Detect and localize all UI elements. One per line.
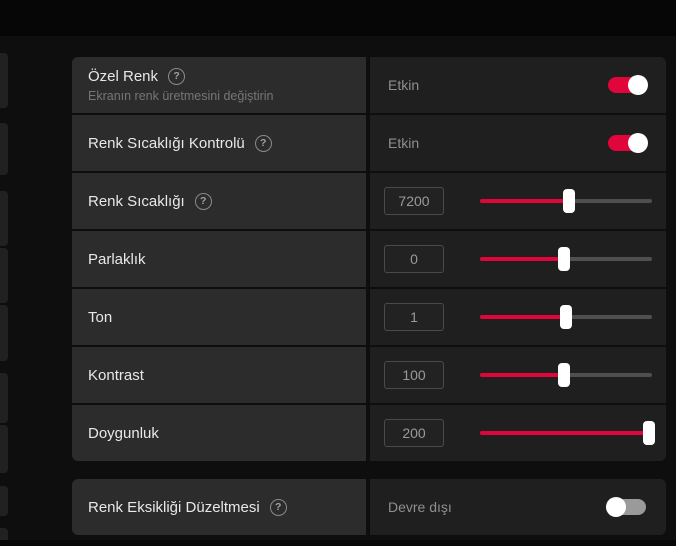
setting-label: Parlaklık [88,251,146,268]
setting-label: Renk Sıcaklığı Kontrolü [88,135,245,152]
label-cell: Renk Sıcaklığı Kontrolü? [72,115,366,171]
value-cell: 200 [370,405,666,461]
color-settings-group: Özel Renk? Ekranın renk üretmesini değişt… [72,57,666,461]
label-cell: Doygunluk [72,405,366,461]
label-cell: Kontrast [72,347,366,403]
setting-row-renk-sicakligi: Renk Sıcaklığı? 7200 [72,173,666,229]
window-edge-fragments [0,0,8,546]
setting-row-kontrast: Kontrast 100 [72,347,666,403]
slider-thumb[interactable] [563,189,575,213]
toggle-knob [606,497,626,517]
setting-row-doygunluk: Doygunluk 200 [72,405,666,461]
setting-label: Ton [88,309,112,326]
kontrast-value-input[interactable]: 100 [384,361,444,389]
toggle-state-text: Etkin [388,77,419,93]
window-edge-fragment [0,53,8,108]
label-cell: Renk Eksikliği Düzeltmesi? [72,479,366,535]
ton-slider[interactable] [480,305,652,329]
setting-label: Renk Eksikliği Düzeltmesi [88,499,260,516]
window-edge-fragment [0,373,8,423]
window-edge-fragment [0,123,8,175]
slider-thumb[interactable] [558,247,570,271]
label-cell: Renk Sıcaklığı? [72,173,366,229]
parlaklik-value-input[interactable]: 0 [384,245,444,273]
parlaklik-slider[interactable] [480,247,652,271]
window-edge-fragment [0,486,8,516]
renk-eksikligi-duzeltmesi-toggle[interactable] [608,499,646,515]
slider-thumb[interactable] [560,305,572,329]
help-icon[interactable]: ? [168,68,185,85]
slider-thumb[interactable] [558,363,570,387]
doygunluk-slider[interactable] [480,421,652,445]
setting-sublabel: Ekranın renk üretmesini değiştirin [88,89,274,103]
bottom-strip [0,540,676,546]
value-cell: 100 [370,347,666,403]
ton-value-input[interactable]: 1 [384,303,444,331]
setting-row-ozel-renk: Özel Renk? Ekranın renk üretmesini değişt… [72,57,666,113]
setting-label: Renk Sıcaklığı [88,193,185,210]
renk-sicakligi-value-input[interactable]: 7200 [384,187,444,215]
value-cell: 0 [370,231,666,287]
toggle-state-text: Etkin [388,135,419,151]
slider-thumb[interactable] [643,421,655,445]
help-icon[interactable]: ? [270,499,287,516]
value-cell: 7200 [370,173,666,229]
value-cell: Etkin [370,57,666,113]
setting-row-renk-sicakligi-kontrolu: Renk Sıcaklığı Kontrolü? Etkin [72,115,666,171]
toggle-state-text: Devre dışı [388,499,452,515]
value-cell: Etkin [370,115,666,171]
window-edge-fragment [0,305,8,361]
setting-row-parlaklik: Parlaklık 0 [72,231,666,287]
slider-track[interactable] [480,431,652,435]
value-cell: Devre dışı [370,479,666,535]
label-cell: Parlaklık [72,231,366,287]
window-edge-fragment [0,248,8,303]
kontrast-slider[interactable] [480,363,652,387]
toggle-knob [628,133,648,153]
window-edge-fragment [0,425,8,473]
color-deficiency-group: Renk Eksikliği Düzeltmesi? Devre dışı [72,479,666,535]
doygunluk-value-input[interactable]: 200 [384,419,444,447]
setting-label: Doygunluk [88,425,159,442]
setting-row-renk-eksikligi-duzeltmesi: Renk Eksikliği Düzeltmesi? Devre dışı [72,479,666,535]
renk-sicakligi-slider[interactable] [480,189,652,213]
settings-panel: Özel Renk? Ekranın renk üretmesini değişt… [72,57,666,535]
window-edge-fragment [0,191,8,246]
setting-label: Kontrast [88,367,144,384]
help-icon[interactable]: ? [255,135,272,152]
renk-sicakligi-kontrolu-toggle[interactable] [608,135,646,151]
help-icon[interactable]: ? [195,193,212,210]
value-cell: 1 [370,289,666,345]
label-cell: Özel Renk? Ekranın renk üretmesini değişt… [72,57,366,113]
label-cell: Ton [72,289,366,345]
setting-row-ton: Ton 1 [72,289,666,345]
ozel-renk-toggle[interactable] [608,77,646,93]
top-bar [0,0,676,36]
display-color-settings-screen: Özel Renk? Ekranın renk üretmesini değişt… [0,0,676,546]
setting-label: Özel Renk [88,68,158,85]
toggle-knob [628,75,648,95]
